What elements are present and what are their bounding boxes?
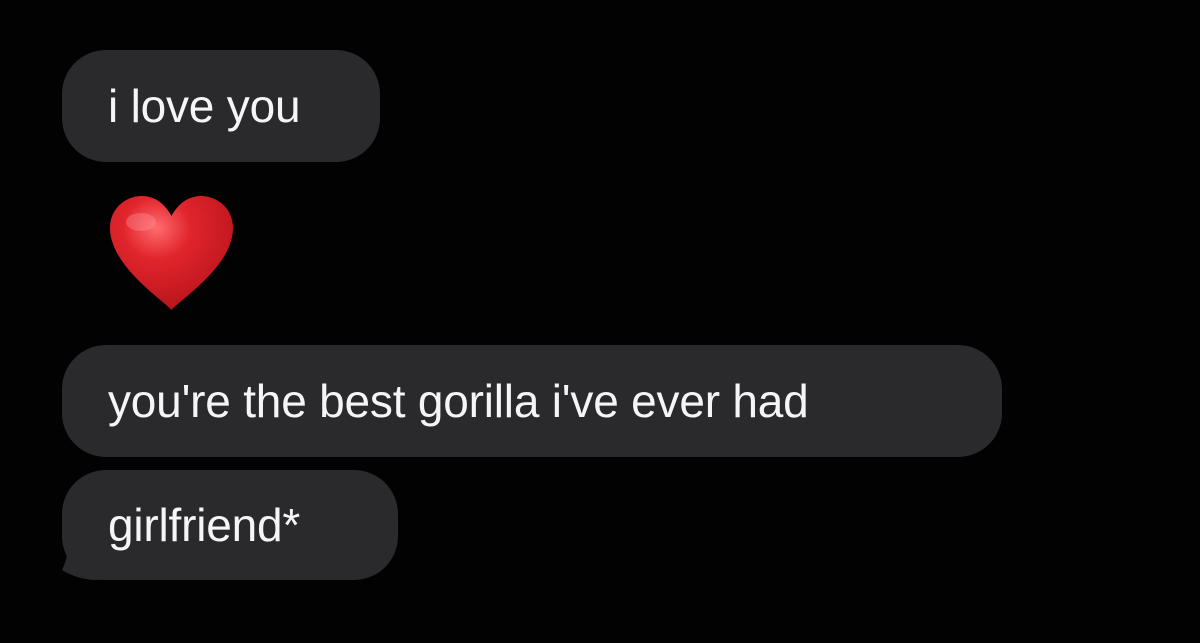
message-text: girlfriend* [108, 499, 301, 551]
message-text: i love you [108, 80, 301, 132]
message-bubble[interactable]: you're the best gorilla i've ever had [62, 345, 1002, 457]
message-bubble[interactable]: i love you [62, 50, 380, 162]
message-text: you're the best gorilla i've ever had [108, 375, 809, 427]
message-thread: i love you you're the best gorilla i've … [0, 0, 1200, 643]
red-heart-icon[interactable] [104, 192, 239, 316]
message-bubble[interactable]: girlfriend* [62, 470, 398, 580]
